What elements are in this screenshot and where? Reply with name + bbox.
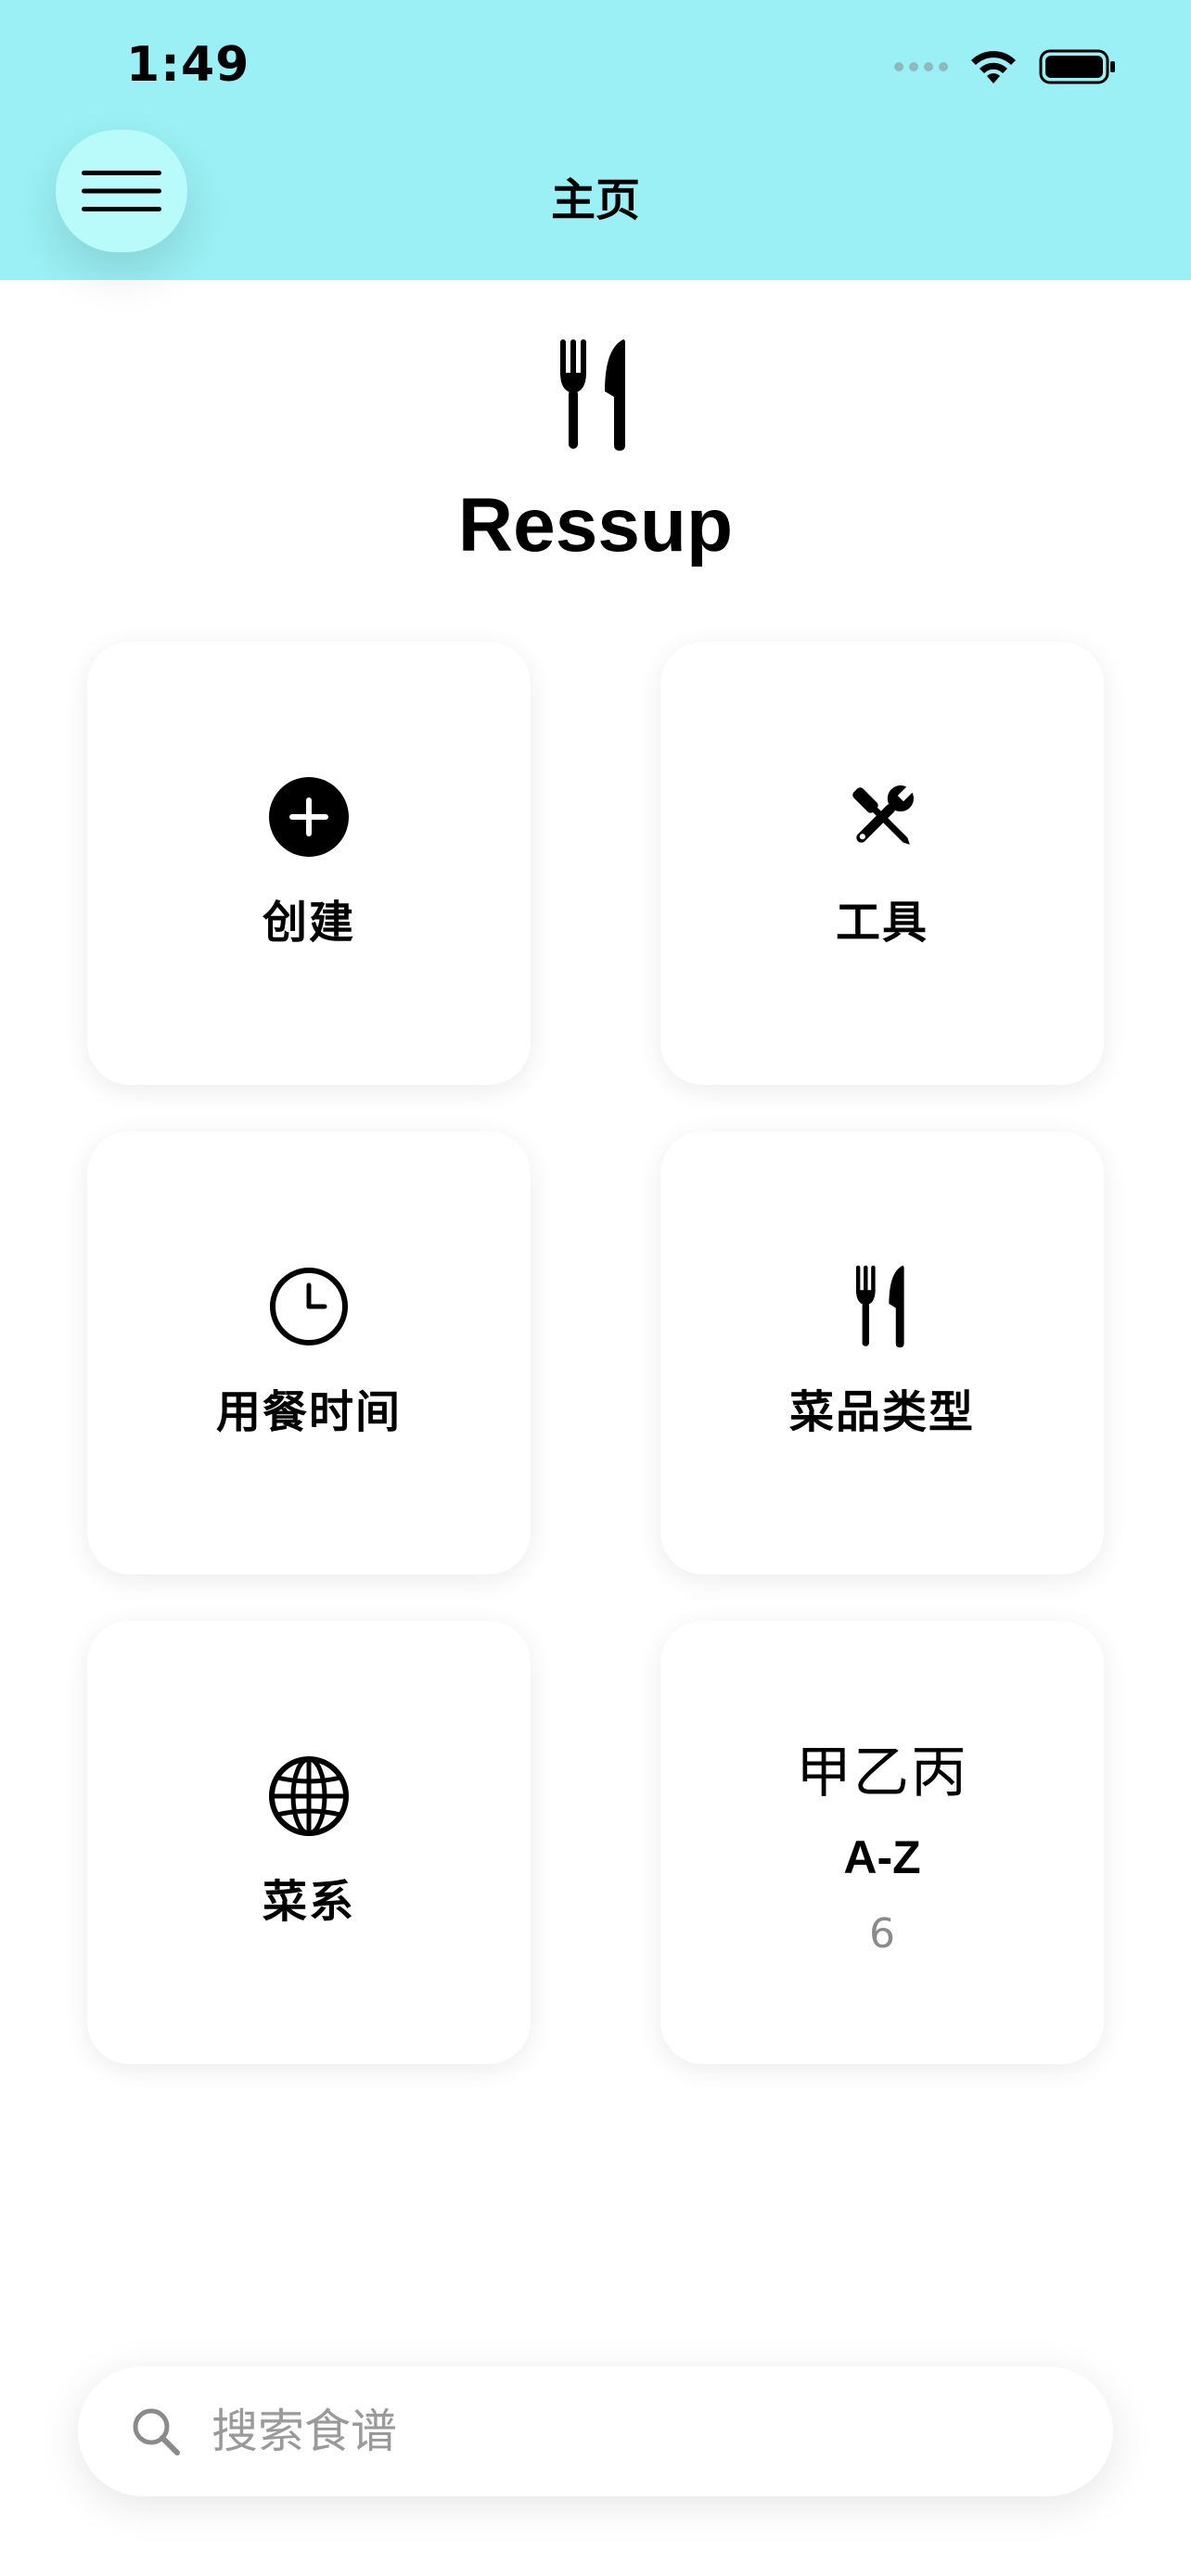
a-z-title: A-Z	[843, 1831, 921, 1883]
create-label: 创建	[262, 897, 355, 949]
wifi-icon	[971, 51, 1016, 83]
tools-label: 工具	[835, 897, 928, 949]
status-time: 1:49	[126, 37, 250, 93]
cuisine-card[interactable]: 菜系	[87, 1621, 531, 2064]
meal-time-label: 用餐时间	[215, 1386, 402, 1438]
cellular-signal-icon	[894, 62, 948, 71]
cuisine-label: 菜系	[262, 1876, 355, 1928]
search-input[interactable]	[210, 2393, 1048, 2469]
tools-card[interactable]: 工具	[660, 642, 1104, 1085]
globe-icon	[268, 1755, 350, 1837]
dish-type-card[interactable]: 菜品类型	[660, 1131, 1104, 1575]
clock-icon	[268, 1266, 350, 1347]
dish-type-label: 菜品类型	[788, 1386, 975, 1438]
page-title: 主页	[550, 174, 640, 226]
a-z-chinese-title: 甲乙丙	[796, 1741, 968, 1805]
search-bar[interactable]	[78, 2366, 1113, 2496]
app-name: Ressup	[457, 483, 734, 567]
meal-time-card[interactable]: 用餐时间	[87, 1131, 531, 1575]
top-header: 1:49 主页	[0, 0, 1191, 280]
fork-knife-icon	[560, 339, 625, 451]
a-z-card[interactable]: 甲乙丙 A-Z 6	[660, 1621, 1104, 2064]
status-icons	[894, 46, 1117, 87]
fork-knife-icon	[841, 1265, 923, 1348]
tools-icon	[841, 776, 923, 858]
recipe-count: 6	[869, 1910, 895, 1958]
search-icon	[133, 2408, 180, 2455]
home-screen: 1:49 主页 Ressup 创建 工具 用餐时间 菜品类型 菜系 甲乙丙 A-…	[0, 0, 1191, 2576]
battery-icon	[1039, 49, 1115, 84]
plus-circle-icon	[268, 776, 350, 858]
create-card[interactable]: 创建	[87, 642, 531, 1085]
